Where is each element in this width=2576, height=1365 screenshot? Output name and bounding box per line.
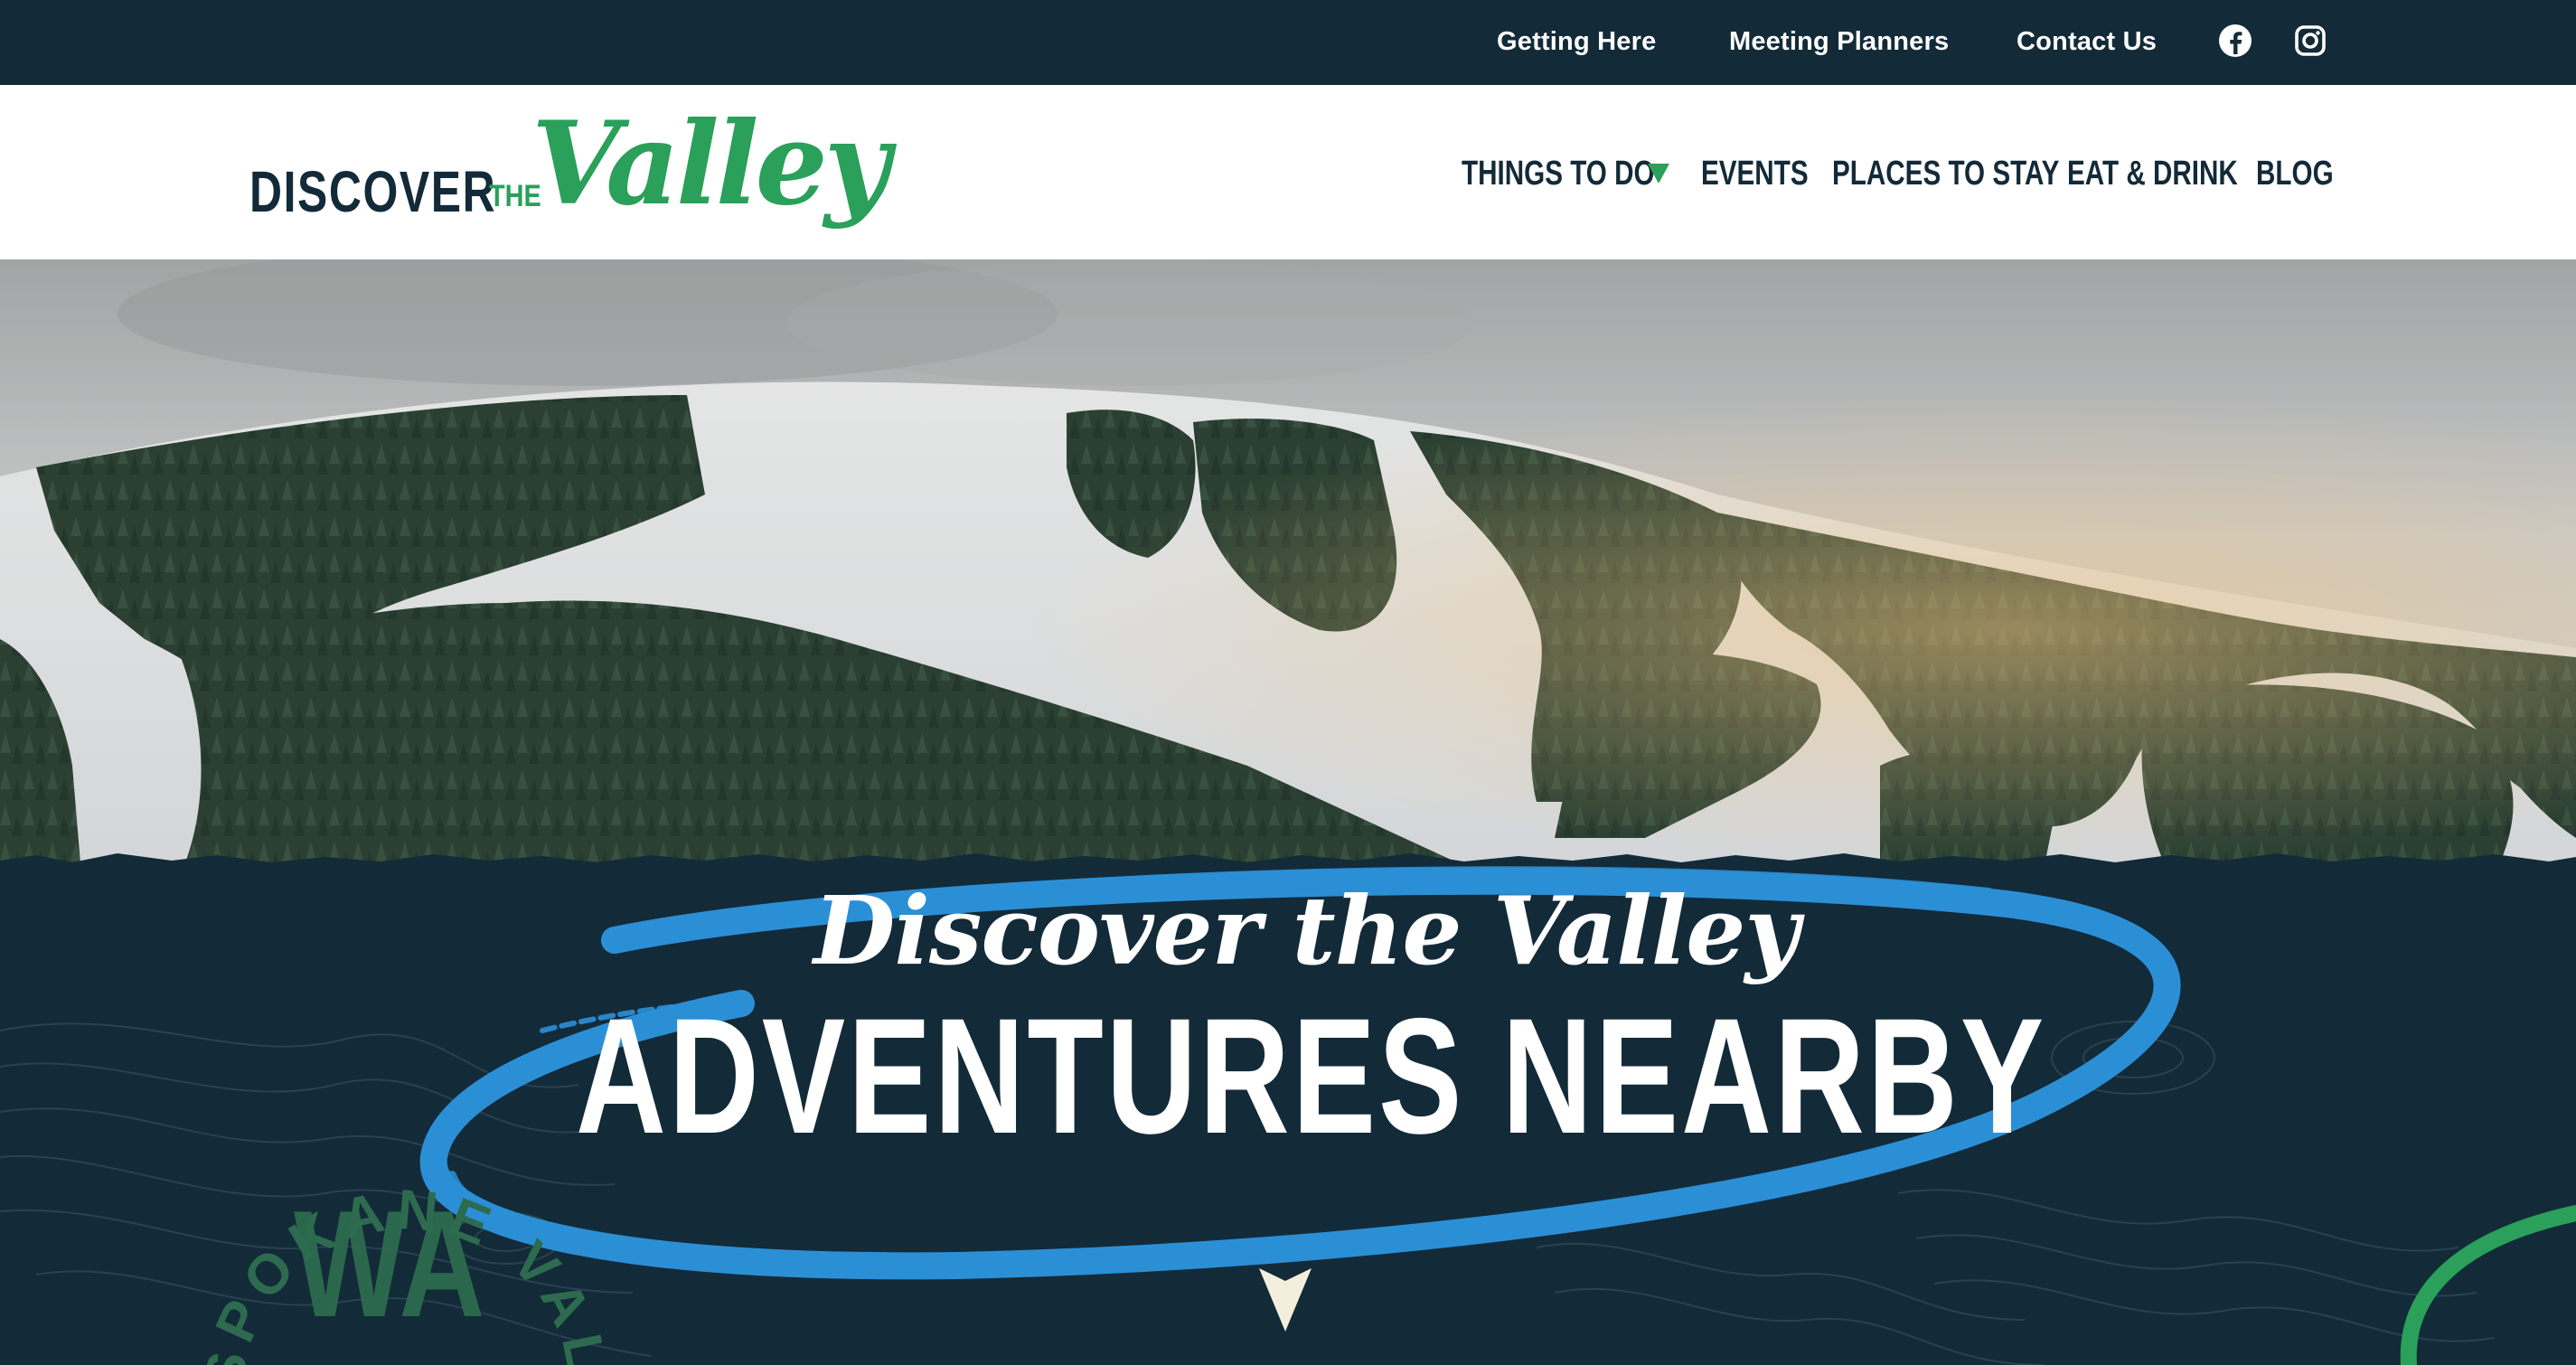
arrow-down-icon[interactable] xyxy=(1259,1268,1312,1332)
decorative-green-arc xyxy=(2400,1205,2576,1365)
utility-bar: Getting Here Meeting Planners Contact Us xyxy=(0,0,2576,85)
nav-things-to-do[interactable]: THINGS TO DO xyxy=(1462,151,1655,196)
chevron-down-icon[interactable] xyxy=(1648,164,1669,184)
hero-headline: ADVENTURES NEARBY xyxy=(576,984,2047,1168)
hero-script-title: Discover the Valley xyxy=(813,875,1800,986)
nav-places-to-stay[interactable]: PLACES TO STAY xyxy=(1832,151,2059,196)
instagram-icon[interactable] xyxy=(2291,22,2329,60)
site-header: DISCOVER THE Valley THINGS TO DO EVENTS … xyxy=(0,85,2576,259)
facebook-icon[interactable] xyxy=(2216,22,2254,60)
nav-events[interactable]: EVENTS xyxy=(1701,151,1809,196)
utility-link-getting-here[interactable]: Getting Here xyxy=(1497,27,1656,57)
main-nav: THINGS TO DO EVENTS PLACES TO STAY EAT &… xyxy=(0,151,2576,196)
hero-photo-ski-mountain xyxy=(0,259,2576,874)
utility-link-meeting-planners[interactable]: Meeting Planners xyxy=(1729,27,1949,57)
nav-eat-and-drink[interactable]: EAT & DRINK xyxy=(2067,151,2238,196)
utility-link-contact-us[interactable]: Contact Us xyxy=(2017,27,2157,57)
badge-wa-text: WA xyxy=(294,1179,485,1349)
nav-blog[interactable]: BLOG xyxy=(2256,151,2334,196)
